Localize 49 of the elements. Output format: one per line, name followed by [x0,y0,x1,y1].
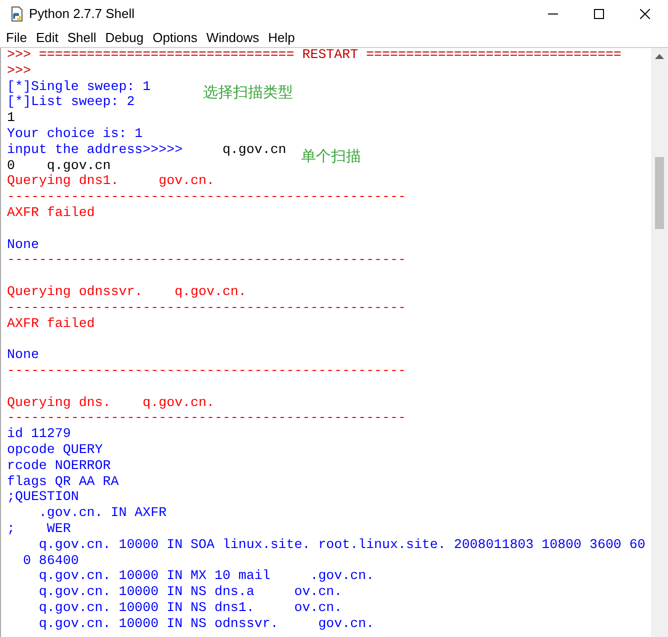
python-icon [9,6,25,22]
shell-text: input the address>>>>> [7,142,184,158]
shell-text: ; WER [7,520,71,537]
shell-text: q.gov.cn. 10000 IN NS dns1. ov.cn. [38,600,342,616]
annotation-text: 单个扫描 [301,147,361,167]
shell-text: -------------------------------------------------- [7,252,406,268]
shell-text: .gov.cn. IN AXFR [38,505,167,521]
menu-item[interactable]: Options [148,28,202,46]
shell-text: 1 [7,110,15,126]
menu-item[interactable]: Edit [32,28,62,46]
annotation-text: 选择扫描类型 [203,83,293,103]
shell-text: AXFR failed [7,204,95,221]
shell-text: rcode NOERROR [7,458,111,474]
menu-item[interactable]: Windows [202,28,264,46]
shell-text: q.gov.cn. 10000 IN MX 10 mail .gov.cn. [38,568,374,584]
shell-text: -------------------------------------------------- [7,362,406,379]
scroll-up-icon [655,53,664,59]
shell-text: Querying dns. q.gov.cn. [7,394,214,410]
shell-text: q.gov.cn [221,142,286,158]
menu-item[interactable]: Debug [101,28,148,46]
shell-text: -------------------------------------------------- [7,410,406,426]
shell-text: Querying odnssvr. q.gov.cn. [7,284,246,300]
shell-text: q.gov.cn. 10000 IN NS odnssvr. gov.cn. [38,616,374,632]
shell-text: >>> ================================ RESTART ================================ [7,48,622,63]
scroll-thumb[interactable] [655,157,664,229]
shell-text: Your choice is: 1 [7,126,143,142]
shell-text: [*]List sweep: 2 [7,94,135,110]
shell-text: flags QR AA RA [7,474,119,490]
shell-text: None [7,347,39,363]
shell-text: q.gov.cn. 10000 IN NS dns.a ov.cn. [38,584,342,600]
menu-item[interactable]: File [2,28,31,46]
shell-text: [*]Single sweep: 1 [7,78,151,94]
shell-text: None [7,236,39,252]
shell-text: 0 86400 [22,552,79,568]
shell-text: id 11279 [7,426,71,442]
maximize-icon [594,9,604,19]
window-title: Python 2.7.7 Shell [29,5,135,24]
shell-text: -------------------------------------------------- [7,189,406,205]
close-icon [640,9,650,19]
shell-text: opcode QUERY [7,442,103,458]
shell-text: q.gov.cn. 10000 IN SOA linux.site. root.linux.site. 2008011803 10800 3600 60 [38,536,646,552]
shell-text: -------------------------------------------------- [7,300,406,316]
shell-text: ;QUESTION [7,489,79,506]
shell-text: AXFR failed [7,316,95,332]
shell-text: >>> [7,62,31,79]
menu-item[interactable]: Shell [63,28,100,46]
shell-text: Querying dns1. gov.cn. [7,173,214,190]
menu-item[interactable]: Help [264,28,299,46]
shell-text: 0 q.gov.cn [7,158,111,174]
